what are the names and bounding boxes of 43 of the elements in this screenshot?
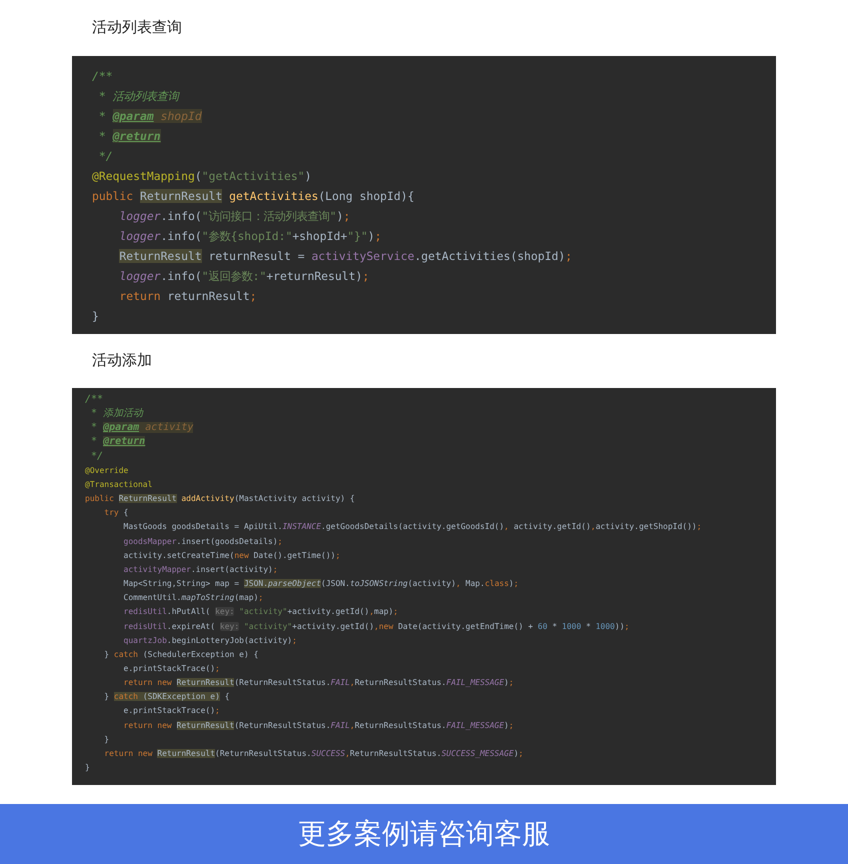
- code-line: redisUtil.expireAt( key: "activity"+activity.getId(),new Date(activity.getEndTime() + 60 * 1000 * 1000));: [124, 620, 630, 633]
- consult-banner[interactable]: 更多案例请咨询客服: [0, 804, 848, 864]
- code-line: * @return: [90, 435, 146, 450]
- code-line: * 活动列表查询: [98, 88, 179, 105]
- code-line: @RequestMapping("getActivities"): [92, 168, 312, 185]
- code-line: e.printStackTrace();: [124, 662, 220, 675]
- code-line: * @param shopId: [98, 108, 202, 125]
- code-line: try {: [104, 507, 128, 520]
- section-heading: 活动列表查询: [91, 17, 183, 37]
- code-line: MastGoods goodsDetails = ApiUtil.INSTANCE.getGoodsDetails(activity.getGoodsId(), activity.getId(),activity.getShopId());: [124, 521, 702, 534]
- code-line: return new ReturnResult(ReturnResultStatus.FAIL,ReturnResultStatus.FAIL_MESSAGE);: [124, 677, 514, 690]
- code-line: CommentUtil.mapToString(map);: [124, 592, 264, 604]
- code-line: * 添加活动: [90, 407, 144, 422]
- code-line: }: [85, 762, 90, 774]
- code-line: }: [92, 308, 99, 325]
- code-line: }: [104, 734, 110, 746]
- code-line: return new ReturnResult(ReturnResultStatus.SUCCESS,ReturnResultStatus.SUCCESS_MESSAGE);: [104, 748, 524, 760]
- code-line: quartzJob.beginLotteryJob(activity);: [124, 634, 297, 647]
- code-line: goodsMapper.insert(goodsDetails);: [124, 536, 282, 548]
- code-line: */: [90, 450, 104, 464]
- code-line: } catch (SDKException e) {: [104, 691, 230, 704]
- code-line: return returnResult;: [119, 288, 257, 305]
- code-line: Map<String,String> map = JSON.parseObject(JSON.toJSONString(activity), Map.class);: [124, 578, 519, 590]
- code-line: /**: [85, 393, 104, 407]
- code-line: logger.info("参数{shopId:"+shopId+"}");: [119, 228, 382, 245]
- code-line: @Transactional: [85, 478, 152, 491]
- code-line: * @param activity: [90, 421, 194, 436]
- code-line: activity.setCreateTime(new Date().getTime());: [124, 550, 340, 562]
- code-line: * @return: [98, 128, 161, 145]
- code-line: activityMapper.insert(activity);: [124, 564, 278, 576]
- code-line: logger.info("访问接口：活动列表查询");: [119, 208, 350, 225]
- code-line: /**: [92, 68, 113, 85]
- code-line: public ReturnResult addActivity(MastActivity activity) {: [85, 493, 355, 506]
- code-line: @Override: [85, 464, 128, 477]
- code-line: ReturnResult returnResult = activityService.getActivities(shopId);: [119, 248, 572, 265]
- code-line: public ReturnResult getActivities(Long shopId){: [92, 188, 414, 205]
- code-line: e.printStackTrace();: [124, 705, 220, 718]
- code-line: return new ReturnResult(ReturnResultStatus.FAIL,ReturnResultStatus.FAIL_MESSAGE);: [124, 720, 514, 732]
- code-line: */: [98, 148, 113, 165]
- code-line: } catch (SchedulerException e) {: [104, 648, 258, 661]
- code-line: logger.info("返回参数:"+returnResult);: [119, 268, 370, 285]
- section-heading: 活动添加: [91, 350, 153, 370]
- code-line: redisUtil.hPutAll( key: "activity"+activity.getId(),map);: [124, 606, 398, 618]
